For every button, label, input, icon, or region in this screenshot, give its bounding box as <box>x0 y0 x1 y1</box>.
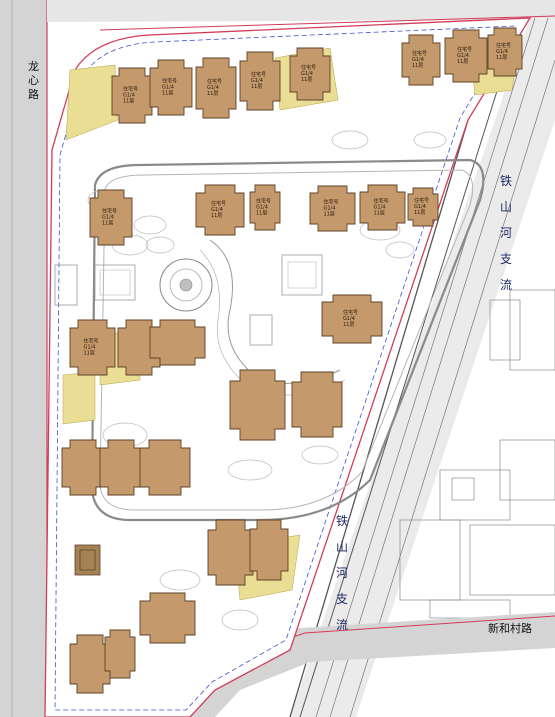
building-label: 住宅号 <box>457 46 472 53</box>
building-label: 11层 <box>123 99 134 105</box>
west-road-label-1: 龙 <box>28 60 39 73</box>
building-label: 住宅号 <box>162 78 177 85</box>
west-road-label-2: 心 <box>28 74 39 87</box>
building-label: 11层 <box>207 91 218 97</box>
building-footprint <box>291 371 343 438</box>
rail-label-lower-char: 河 <box>336 566 348 580</box>
building-label: 11层 <box>412 63 423 69</box>
building-footprint <box>61 439 105 496</box>
building-footprint <box>149 319 206 366</box>
rail-label-lower-char: 铁 <box>336 514 348 528</box>
building-label: 住宅号 <box>84 338 99 345</box>
building-label: 住宅号 <box>414 197 429 204</box>
building-label: 住宅号 <box>256 198 271 205</box>
building-label: 11层 <box>84 351 95 357</box>
building-label: 11层 <box>374 211 385 217</box>
rail-label-upper-char: 铁 <box>500 174 512 188</box>
building-label: 住宅号 <box>343 309 358 316</box>
building-label: 住宅号 <box>301 64 316 71</box>
west-road-band <box>0 0 47 717</box>
rail-label-lower-char: 山 <box>336 540 348 554</box>
building-label: 11层 <box>496 55 507 61</box>
building-label: 11层 <box>457 59 468 65</box>
building-footprint <box>104 629 136 679</box>
building-label: 住宅号 <box>123 86 138 93</box>
building-label: 住宅号 <box>207 78 222 85</box>
building-label: 住宅号 <box>374 198 389 205</box>
building-label: 11层 <box>324 212 335 218</box>
building-label: 11层 <box>211 213 222 219</box>
building-label: 住宅号 <box>102 208 117 215</box>
rail-label-upper-char: 山 <box>500 200 512 214</box>
building-label: 11层 <box>162 91 173 97</box>
building-label: 住宅号 <box>324 199 339 206</box>
site-plan-map: 住宅号 G1/4 11层 住宅号 G1/4 11层 住宅号 G1/4 11层 住宅号 G1/4 11层… <box>0 0 555 717</box>
building-footprint <box>207 519 254 586</box>
building-label: 11层 <box>343 322 354 328</box>
building-label: 11层 <box>256 211 267 217</box>
rail-label-lower-char: 流 <box>336 618 348 632</box>
building-footprint <box>249 519 289 581</box>
building-label: 住宅号 <box>251 71 266 78</box>
building-label: 11层 <box>102 221 113 227</box>
building-label: 住宅号 <box>496 42 511 49</box>
rail-label-upper-char: 支 <box>500 252 512 266</box>
building-label: 11层 <box>251 84 262 90</box>
rail-label-upper-char: 河 <box>500 226 512 240</box>
building-label: 住宅号 <box>412 50 427 57</box>
south-road-label: 新和村路 <box>488 621 532 635</box>
building-footprint <box>69 634 111 694</box>
rail-label-lower-char: 支 <box>336 592 348 606</box>
building-label: 11层 <box>414 210 425 216</box>
building-label: 住宅号 <box>211 200 226 207</box>
building-footprint <box>99 439 143 496</box>
building-footprint <box>139 439 191 496</box>
site-plan-svg: 住宅号G1/411层住宅号G1/411层住宅号G1/411层住宅号G1/411层… <box>0 0 555 717</box>
west-road-label-3: 路 <box>28 88 39 101</box>
rail-label-upper-char: 流 <box>500 278 512 292</box>
small-structure <box>74 544 101 576</box>
building-label: 11层 <box>301 77 312 83</box>
